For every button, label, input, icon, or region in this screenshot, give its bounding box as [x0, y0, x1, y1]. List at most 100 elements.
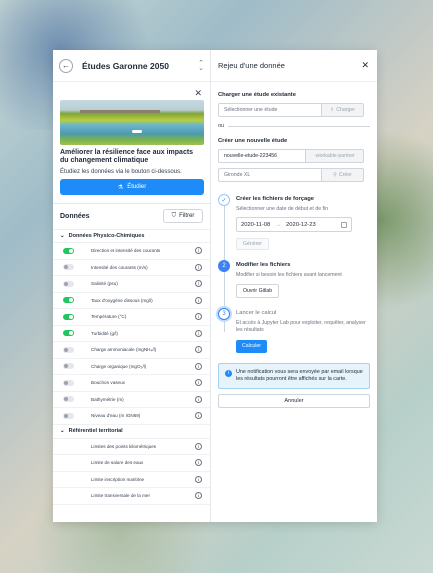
create-label: Créer une nouvelle étude: [218, 138, 288, 144]
end-date[interactable]: 2020-12-23: [286, 222, 316, 228]
section-title: Référentiel territorial: [68, 428, 123, 434]
close-icon[interactable]: ✕: [194, 88, 202, 99]
info-icon[interactable]: i: [195, 442, 202, 450]
info-icon[interactable]: i: [195, 346, 202, 354]
layer-label: Taux d'oxygène dissous (mg/l): [91, 297, 153, 303]
step-description: Sélectionner une date de début et de fin: [236, 206, 329, 212]
info-icon[interactable]: i: [195, 329, 202, 337]
layer-row[interactable]: Limites des points kilométriques i: [53, 439, 210, 455]
start-date[interactable]: 2020-11-08: [241, 222, 270, 228]
info-icon[interactable]: i: [195, 379, 202, 387]
layer-toggle[interactable]: [63, 396, 74, 403]
info-icon: i: [225, 369, 232, 377]
section-header[interactable]: ⌄ Référentiel territorial: [53, 425, 210, 439]
info-icon[interactable]: i: [195, 263, 202, 271]
info-icon[interactable]: i: [195, 492, 202, 500]
layer-label: Limites des points kilométriques: [91, 443, 157, 449]
layer-row[interactable]: Limite transversale de la mer i: [53, 488, 210, 505]
notice-text: Une notification vous sera envoyée par e…: [236, 368, 363, 382]
layer-toggle[interactable]: [63, 330, 74, 337]
arrow-left-icon: ←: [62, 61, 70, 70]
right-panel: Rejeu d'une donnée ✕ Charger une étude e…: [211, 50, 377, 522]
river-image: [60, 100, 204, 145]
layer-row[interactable]: Température (°C) i: [53, 309, 210, 326]
info-icon[interactable]: i: [195, 395, 202, 403]
layer-row[interactable]: Limite inscription maritime i: [53, 472, 210, 488]
layer-toggle[interactable]: [63, 297, 74, 304]
study-card: ✕ Améliorer la résilience face aux impac…: [53, 82, 210, 195]
layer-row[interactable]: Taux d'oxygène dissous (mg/l) i: [53, 293, 210, 309]
right-header: Rejeu d'une donnée ✕: [211, 50, 377, 82]
section-header[interactable]: ⌄ Données Physico-Chimiques: [53, 229, 210, 243]
close-icon[interactable]: ✕: [361, 60, 369, 71]
info-icon[interactable]: i: [195, 280, 202, 288]
info-icon[interactable]: i: [195, 475, 202, 483]
arrow-right-icon: →: [275, 221, 282, 228]
layer-label: Intensité des courants (m/s): [91, 264, 148, 270]
location-input[interactable]: Gironde XL: [218, 168, 322, 182]
study-name-input[interactable]: nouvelle-etude-223456: [218, 149, 306, 163]
layer-toggle[interactable]: [63, 363, 74, 370]
layer-row[interactable]: Turbidité (g/l) i: [53, 326, 210, 342]
section-title: Données Physico-Chimiques: [68, 233, 145, 239]
left-header: ← Études Garonne 2050 ⌃ ⌄: [53, 50, 210, 82]
create-button-label: Créer: [338, 172, 352, 178]
filter-label: Filtrer: [179, 213, 195, 219]
layer-label: Turbidité (g/l): [91, 330, 118, 336]
step-title: Créer les fichiers de forçage: [236, 196, 314, 202]
step-description: Et accès à Jupyter Lab pour exploiter, r…: [236, 320, 366, 333]
calculate-button[interactable]: Calculer: [236, 339, 268, 353]
info-icon[interactable]: i: [195, 459, 202, 467]
layer-row[interactable]: Salinité (psu) i: [53, 276, 210, 293]
donnees-header: Données ⛉ Filtrer: [53, 204, 210, 223]
filter-button[interactable]: ⛉ Filtrer: [163, 209, 203, 223]
layer-row[interactable]: Bouchon vaseux i: [53, 375, 210, 392]
layer-row[interactable]: Niveau d'eau (m IGN69) i: [53, 408, 210, 425]
layer-toggle[interactable]: [63, 346, 74, 353]
load-button[interactable]: ⇪ Charger: [322, 103, 364, 117]
chevron-down-icon: ⌄: [60, 233, 65, 239]
layer-label: Salinité (psu): [91, 281, 118, 287]
study-select[interactable]: Sélectionner une étude: [218, 103, 322, 117]
info-icon[interactable]: i: [195, 296, 202, 304]
info-icon[interactable]: i: [195, 362, 202, 370]
step-number: 2: [218, 260, 230, 272]
layer-toggle[interactable]: [63, 379, 74, 386]
layer-row[interactable]: Charge ammoniacale (mgNH₄/l) i: [53, 342, 210, 359]
app-window: ← Études Garonne 2050 ⌃ ⌄ ✕ Améliorer la …: [53, 50, 377, 522]
step-2: 2 Modifier les fichiers Modifier si beso…: [218, 260, 370, 298]
check-icon: ✓: [218, 194, 230, 206]
load-label: Charger une étude existante: [218, 92, 296, 98]
layer-row[interactable]: Limite de salure des eaux i: [53, 455, 210, 472]
layer-label: Niveau d'eau (m IGN69): [91, 413, 141, 419]
open-gitlab-button[interactable]: Ouvrir Gitlab: [236, 284, 280, 298]
layer-toggle[interactable]: [63, 313, 74, 320]
layer-label: Limite de salure des eaux: [91, 460, 144, 466]
step-title: Lancer le calcul: [236, 310, 277, 316]
layer-row[interactable]: Bathymétrie (m) i: [53, 392, 210, 408]
date-range-picker[interactable]: 2020-11-08 → 2020-12-23: [236, 217, 352, 232]
chevron-updown-icon[interactable]: ⌃ ⌄: [198, 60, 204, 72]
layer-label: Bouchon vaseux: [91, 380, 125, 386]
back-button[interactable]: ←: [59, 58, 73, 73]
info-icon[interactable]: i: [195, 247, 202, 255]
layer-toggle[interactable]: [63, 247, 74, 254]
cancel-button[interactable]: Annuler: [218, 393, 370, 408]
layer-row[interactable]: Intensité des courants (m/s) i: [53, 260, 210, 276]
create-button[interactable]: ⚲ Créer: [322, 168, 364, 182]
layer-label: Bathymétrie (m): [91, 396, 124, 402]
calendar-icon[interactable]: [341, 221, 347, 228]
notification-banner: i Une notification vous sera envoyée par…: [218, 362, 370, 389]
info-icon[interactable]: i: [195, 313, 202, 321]
generate-button[interactable]: Générer: [236, 238, 270, 250]
chevron-down-icon: ⌄: [60, 428, 65, 434]
layer-label: Charge organique (mgO₂/l): [91, 363, 147, 369]
layer-toggle[interactable]: [63, 412, 74, 419]
layer-row[interactable]: Direction et intensité des courants i: [53, 243, 210, 260]
etudier-button[interactable]: ⚗ Étudier: [60, 179, 204, 195]
step-number: 3: [218, 308, 230, 320]
layer-toggle[interactable]: [63, 280, 74, 287]
layer-row[interactable]: Charge organique (mgO₂/l) i: [53, 359, 210, 375]
info-icon[interactable]: i: [195, 412, 202, 420]
layer-toggle[interactable]: [63, 264, 74, 271]
